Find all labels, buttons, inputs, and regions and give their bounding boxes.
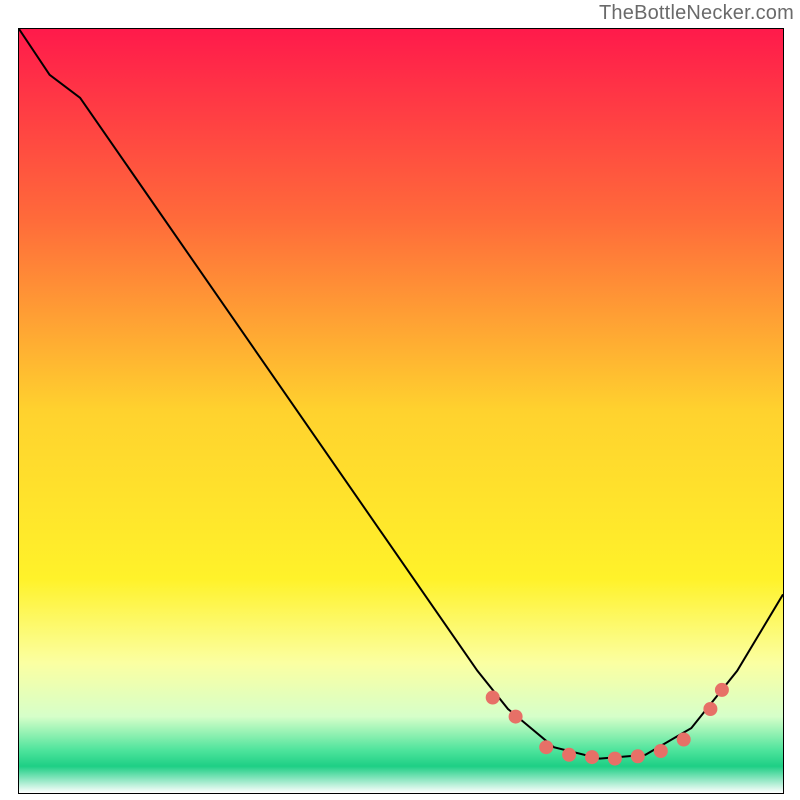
chart-marker: [585, 750, 599, 764]
attribution-label: TheBottleNecker.com: [599, 2, 794, 25]
chart-marker: [539, 740, 553, 754]
chart-marker: [654, 744, 668, 758]
chart-marker: [608, 752, 622, 766]
chart-marker: [703, 702, 717, 716]
chart-background: [19, 29, 783, 793]
chart-svg: [19, 29, 783, 793]
plot-area: [18, 28, 784, 794]
chart-marker: [509, 710, 523, 724]
chart-marker: [677, 733, 691, 747]
chart-container: TheBottleNecker.com: [0, 0, 800, 800]
chart-marker: [631, 749, 645, 763]
chart-marker: [486, 691, 500, 705]
chart-marker: [715, 683, 729, 697]
chart-marker: [562, 748, 576, 762]
